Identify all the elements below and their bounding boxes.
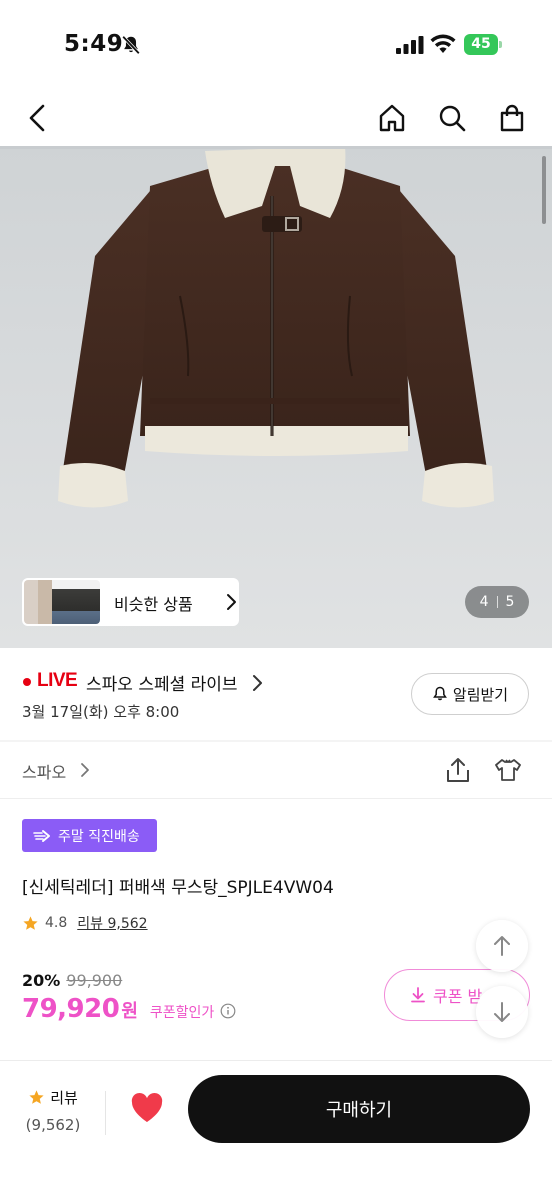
review-summary-button[interactable]: 리뷰 (9,562) [22, 1087, 84, 1134]
live-dot [23, 678, 31, 686]
brand-name[interactable]: 스파오 [22, 759, 66, 783]
cellular-signal-icon [396, 36, 424, 54]
discount-row: 20% 99,900 [22, 971, 122, 990]
review-link[interactable]: 리뷰 9,562 [77, 913, 147, 933]
alarm-label: 알림받기 [452, 685, 509, 704]
arrow-down-icon [494, 1002, 510, 1022]
discount-rate: 20% [22, 971, 61, 990]
review-count: (9,562) [25, 1116, 81, 1134]
rating-score: 4.8 [45, 915, 68, 931]
home-icon [379, 104, 405, 132]
info-icon[interactable] [220, 1003, 236, 1019]
home-button[interactable] [372, 98, 412, 138]
chevron-right-icon[interactable] [80, 762, 90, 778]
product-title: [신세틱레더] 퍼배색 무스탕_SPJLE4VW04 [22, 878, 334, 898]
original-price: 99,900 [66, 971, 123, 990]
star-icon [29, 1090, 44, 1104]
thumbnail [24, 580, 38, 624]
shopping-bag-button[interactable] [492, 98, 532, 138]
product-image-gallery[interactable]: 비슷한 상품 4 5 [0, 146, 552, 648]
price-row: 79,920 원 쿠폰할인가 [22, 994, 236, 1024]
rating-row: 4.8 리뷰 9,562 [22, 913, 148, 933]
live-tag: LIVE [37, 670, 78, 691]
share-icon[interactable] [445, 756, 471, 784]
star-icon [23, 915, 38, 930]
status-time: 5:49 [64, 31, 124, 57]
live-broadcast-banner: LIVE 스파오 스페셜 라이브 3월 17일(화) 오후 8:00 알림받기 [0, 648, 552, 740]
bottom-divider [105, 1091, 106, 1135]
similar-products-button[interactable]: 비슷한 상품 [22, 578, 239, 626]
chevron-right-icon[interactable] [251, 674, 263, 692]
scroll-down-button[interactable] [476, 986, 528, 1038]
coupon-button-label: 쿠폰 받 [433, 987, 483, 1006]
battery-tip [499, 41, 502, 48]
search-icon [439, 105, 466, 132]
review-label: 리뷰 [50, 1089, 78, 1107]
weekend-delivery-badge: 주말 직진배송 [22, 819, 157, 852]
scroll-up-button[interactable] [476, 920, 528, 972]
bell-plus-icon [432, 686, 447, 701]
final-price: 79,920 [22, 994, 120, 1024]
battery-level: 45 [464, 34, 498, 55]
thumbnail [52, 580, 100, 624]
wifi-icon [430, 34, 456, 53]
top-navigation [0, 90, 552, 146]
price-unit: 원 [121, 1001, 138, 1022]
current-page: 4 [479, 594, 489, 610]
badge-label: 주말 직진배송 [58, 828, 140, 845]
similar-products-label: 비슷한 상품 [114, 595, 193, 614]
product-photo [0, 146, 552, 508]
similar-products-thumbnails [24, 580, 100, 624]
scroll-indicator [542, 156, 546, 224]
live-date: 3월 17일(화) 오후 8:00 [22, 703, 180, 721]
chevron-left-icon [29, 104, 45, 132]
back-button[interactable] [18, 98, 58, 138]
shopping-bag-icon [500, 104, 524, 132]
alarm-button[interactable]: 알림받기 [411, 673, 529, 715]
total-pages: 5 [505, 594, 515, 610]
coupon-price-label: 쿠폰할인가 [149, 1005, 215, 1021]
buy-button[interactable]: 구매하기 [188, 1075, 530, 1143]
bottom-action-bar: 리뷰 (9,562) 구매하기 [0, 1060, 552, 1200]
page-separator [496, 596, 498, 608]
search-button[interactable] [432, 98, 472, 138]
chevron-right-icon [227, 594, 236, 610]
bell-off-icon [122, 35, 140, 55]
delivery-icon [33, 829, 50, 842]
section-divider [0, 798, 552, 799]
brand-row: 스파오 [0, 742, 552, 798]
heart-icon[interactable] [129, 1091, 165, 1125]
thumbnail [38, 580, 52, 624]
review-summary-top: 리뷰 [22, 1087, 84, 1108]
battery-indicator: 45 [464, 34, 502, 55]
download-icon [411, 987, 425, 1003]
arrow-up-icon [494, 936, 510, 956]
status-bar: 5:49 45 [0, 0, 552, 90]
virtual-fitting-icon[interactable] [493, 756, 523, 784]
image-page-counter: 4 5 [465, 586, 529, 618]
live-title[interactable]: 스파오 스페셜 라이브 [86, 670, 238, 695]
